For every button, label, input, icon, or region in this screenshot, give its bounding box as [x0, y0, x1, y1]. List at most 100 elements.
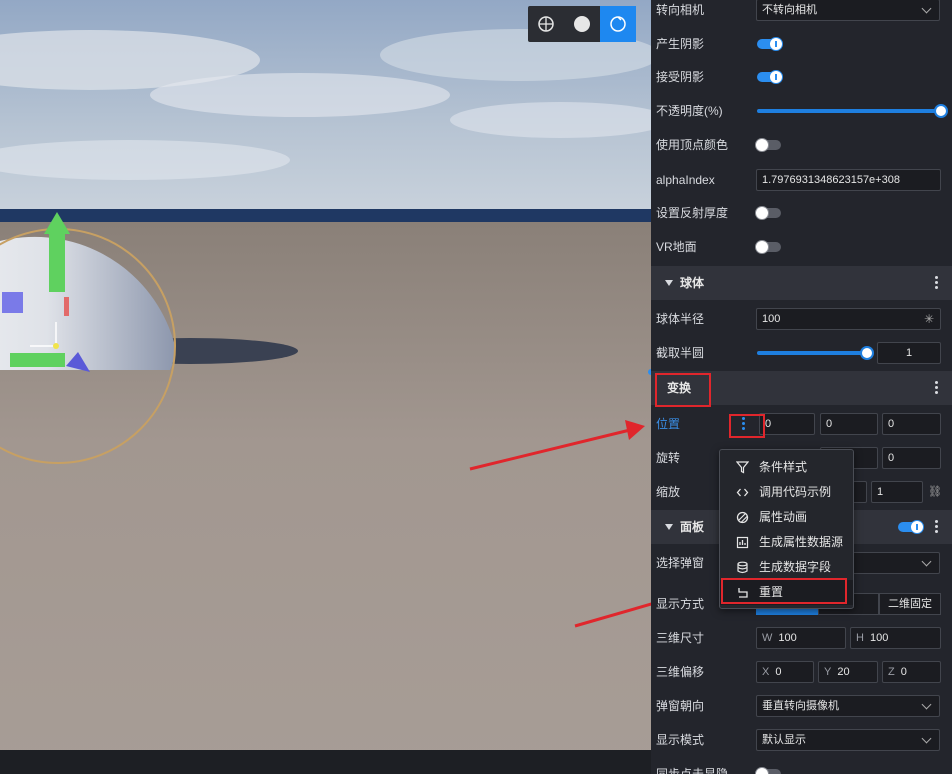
size-3d-label: 三维尺寸: [656, 631, 705, 645]
menu-item-generate-datasource[interactable]: 生成属性数据源: [720, 530, 853, 555]
row-alpha-index: alphaIndex 1.7976931348623157e+308: [651, 163, 952, 197]
row-sphere-radius: 球体半径 100 ✳: [651, 302, 952, 336]
menu-item-label: 生成属性数据源: [759, 535, 844, 549]
popup-facing-select[interactable]: 垂直转向摄像机: [756, 695, 940, 717]
hemisphere-slider-thumb[interactable]: [860, 346, 874, 360]
database-icon: [737, 561, 748, 574]
row-display-mode: 显示模式 默认显示: [651, 723, 952, 757]
hemisphere-input[interactable]: 1: [877, 342, 941, 364]
size-3d-w-input[interactable]: W 100: [756, 627, 846, 649]
caret-down-icon: [665, 280, 673, 286]
menu-item-label: 条件样式: [759, 460, 808, 474]
position-y-input[interactable]: 0: [820, 413, 878, 435]
opacity-slider-thumb[interactable]: [934, 104, 948, 118]
row-size-3d: 三维尺寸 W 100 H 100: [651, 621, 952, 655]
reflection-thickness-label: 设置反射厚度: [656, 206, 729, 220]
row-position: 位置 0 0 0: [651, 407, 952, 441]
offset-z-prefix: Z: [888, 666, 895, 678]
size-h-value: 100: [869, 632, 889, 644]
3d-viewport[interactable]: [0, 0, 651, 774]
more-vertical-icon[interactable]: [935, 276, 938, 290]
rotation-label: 旋转: [656, 451, 681, 465]
row-offset-3d: 三维偏移 X0 Y 20 Z0: [651, 655, 952, 689]
display-mode-select[interactable]: 默认显示: [756, 729, 940, 751]
offset-3d-label: 三维偏移: [656, 665, 705, 679]
section-panel-title: 面板: [680, 520, 705, 534]
row-cast-shadow: 产生阴影: [651, 27, 952, 61]
chart-data-icon: [736, 536, 749, 549]
offset-z-input[interactable]: Z0: [882, 661, 941, 683]
menu-item-property-animation[interactable]: 属性动画: [720, 505, 853, 530]
hemisphere-slider[interactable]: [757, 346, 874, 360]
chevron-down-icon: [921, 699, 932, 710]
chevron-down-icon: [921, 556, 932, 567]
sphere-radius-value: 100: [762, 313, 781, 325]
alpha-index-label: alphaIndex: [656, 173, 715, 187]
menu-item-label: 调用代码示例: [759, 485, 832, 499]
reflection-thickness-toggle[interactable]: [755, 206, 781, 220]
cast-shadow-toggle[interactable]: [757, 37, 783, 51]
asterisk-icon[interactable]: ✳: [924, 309, 934, 329]
size-w-value: 100: [778, 632, 797, 644]
follow-label-toggle[interactable]: [755, 767, 781, 774]
offset-y-input[interactable]: Y 20: [818, 661, 878, 683]
caret-down-icon: [665, 524, 673, 530]
size-h-prefix: H: [856, 632, 864, 644]
scale-label: 缩放: [656, 485, 681, 499]
display-mode-option-2d-fixed[interactable]: 二维固定: [879, 593, 941, 615]
vr-ground-toggle[interactable]: [755, 240, 781, 254]
annotation-highlight-reset: [721, 578, 847, 604]
display-mode-label: 显示模式: [656, 733, 705, 747]
annotation-highlight-transform: [655, 373, 711, 407]
offset-x-input[interactable]: X0: [756, 661, 814, 683]
rotation-z-input[interactable]: 0: [882, 447, 941, 469]
row-follow-label: 同步点击显隐: [651, 757, 952, 774]
menu-item-generate-field[interactable]: 生成数据字段: [720, 555, 853, 580]
position-label: 位置: [656, 417, 681, 431]
offset-y-value: 20: [837, 666, 850, 678]
chevron-down-icon: [921, 733, 932, 744]
row-camera-facing: 转向相机 不转向相机: [651, 0, 952, 27]
scale-z-input[interactable]: 1: [871, 481, 923, 503]
offset-y-prefix: Y: [824, 666, 832, 678]
more-vertical-icon[interactable]: [935, 520, 938, 534]
offset-x-prefix: X: [762, 666, 770, 678]
cast-shadow-label: 产生阴影: [656, 37, 705, 51]
menu-item-label: 属性动画: [759, 510, 808, 524]
popup-facing-label: 弹窗朝向: [656, 699, 705, 713]
link-icon[interactable]: ⛓: [928, 485, 942, 498]
row-hemisphere: 截取半圆 1: [651, 336, 952, 370]
opacity-slider[interactable]: [757, 104, 948, 118]
row-opacity: 不透明度(%): [651, 94, 952, 128]
row-vr-ground: VR地面: [651, 230, 952, 264]
position-z-input[interactable]: 0: [882, 413, 941, 435]
camera-facing-select[interactable]: 不转向相机: [756, 0, 940, 21]
vertex-color-toggle[interactable]: [755, 138, 781, 152]
menu-item-code-example[interactable]: 调用代码示例: [720, 480, 853, 505]
alpha-index-input[interactable]: 1.7976931348623157e+308: [756, 169, 941, 191]
sphere-radius-input[interactable]: 100 ✳: [756, 308, 941, 330]
more-vertical-icon[interactable]: [935, 381, 938, 395]
popup-facing-value: 垂直转向摄像机: [762, 700, 839, 712]
chevron-down-icon: [921, 3, 932, 14]
position-x-input[interactable]: 0: [759, 413, 815, 435]
sphere-radius-label: 球体半径: [656, 312, 705, 326]
annotation-arrows: [469, 420, 651, 628]
follow-label-label: 同步点击显隐: [656, 767, 729, 774]
offset-x-value: 0: [775, 666, 782, 678]
display-mode-value: 默认显示: [762, 734, 806, 746]
animation-icon: [736, 511, 749, 524]
camera-facing-label: 转向相机: [656, 3, 705, 17]
menu-item-label: 生成数据字段: [759, 560, 832, 574]
menu-item-condition-style[interactable]: 条件样式: [720, 455, 853, 480]
section-sphere-header[interactable]: 球体: [651, 266, 952, 300]
annotation-highlight-position-menu: [729, 414, 765, 438]
row-vertex-color: 使用顶点颜色: [651, 128, 952, 162]
row-reflection-thickness: 设置反射厚度: [651, 196, 952, 230]
panel-enabled-toggle[interactable]: [898, 520, 924, 534]
size-w-prefix: W: [762, 632, 773, 644]
size-3d-h-input[interactable]: H 100: [850, 627, 941, 649]
receive-shadow-toggle[interactable]: [757, 70, 783, 84]
row-receive-shadow: 接受阴影: [651, 60, 952, 94]
popup-select-label: 选择弹窗: [656, 556, 705, 570]
